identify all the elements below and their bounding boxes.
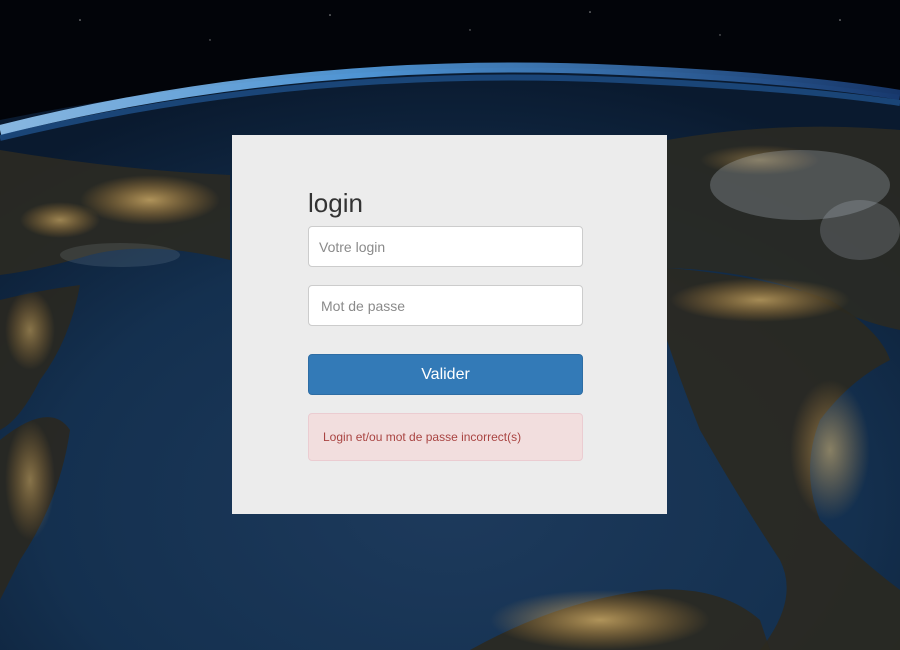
- login-title: login: [308, 188, 363, 218]
- login-panel: login Valider Login et/ou mot de passe i…: [232, 135, 667, 514]
- error-alert: Login et/ou mot de passe incorrect(s): [308, 413, 583, 461]
- submit-button[interactable]: Valider: [308, 354, 583, 395]
- error-message: Login et/ou mot de passe incorrect(s): [323, 430, 522, 444]
- password-input[interactable]: [308, 285, 583, 326]
- login-input[interactable]: [308, 226, 583, 267]
